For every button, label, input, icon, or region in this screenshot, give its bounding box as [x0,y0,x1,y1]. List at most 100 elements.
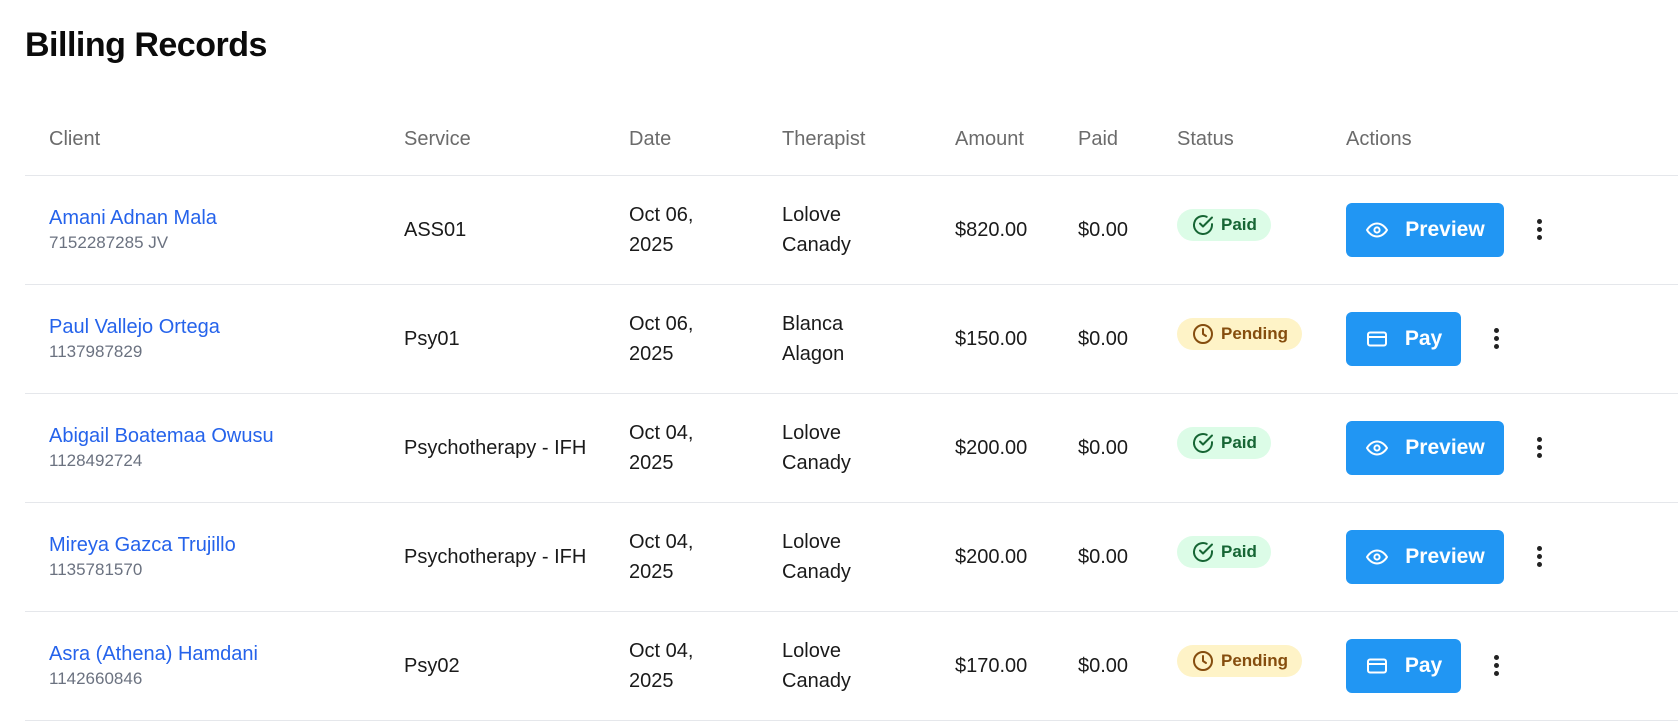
column-header-service: Service [380,105,605,176]
status-badge: Pending [1177,645,1303,677]
therapist-cell: Blanca Alagon [758,284,931,394]
amount-cell: $150.00 [931,284,1054,394]
actions-cell: Preview [1322,502,1678,612]
more-options-icon[interactable] [1528,539,1550,575]
therapist-value: Lolove Canady [782,421,851,474]
page-title: Billing Records [25,26,267,64]
more-options-icon[interactable] [1528,430,1550,466]
client-name-link[interactable]: Abigail Boatemaa Owusu [49,423,380,449]
service-cell: Psychotherapy - IFH [380,393,605,503]
status-badge: Paid [1177,536,1271,568]
client-name-link[interactable]: Amani Adnan Mala [49,205,380,231]
action-button-label: Preview [1405,544,1485,568]
eye-icon [1365,218,1389,242]
date-cell: Oct 04, 2025 [605,393,758,503]
preview-button[interactable]: Preview [1346,529,1504,584]
more-options-icon[interactable] [1485,648,1507,684]
status-badge: Paid [1177,427,1271,459]
row-actions: Pay [1346,311,1678,366]
clock-icon [1191,649,1215,673]
action-button-label: Pay [1404,326,1443,350]
client-name-link[interactable]: Mireya Gazca Trujillo [49,532,380,558]
table-row: Mireya Gazca Trujillo 1135781570 Psychot… [25,502,1678,612]
therapist-value: Lolove Canady [782,639,851,692]
service-value: Psychotherapy - IFH [404,545,587,568]
actions-cell: Preview [1322,175,1678,285]
column-header-therapist: Therapist [758,105,931,176]
paid-cell: $0.00 [1054,175,1153,285]
table-row: Abigail Boatemaa Owusu 1128492724 Psycho… [25,393,1678,503]
date-cell: Oct 04, 2025 [605,611,758,721]
status-badge: Paid [1177,209,1271,241]
date-cell: Oct 06, 2025 [605,175,758,285]
amount-cell: $170.00 [931,611,1054,721]
paid-cell: $0.00 [1054,611,1153,721]
action-button-label: Pay [1404,653,1443,677]
status-label: Pending [1221,651,1289,670]
client-name-link[interactable]: Paul Vallejo Ortega [49,314,380,340]
check-circle-icon [1191,213,1215,237]
client-cell: Amani Adnan Mala 7152287285 JV [25,175,380,285]
client-id: 1135781570 [49,559,143,579]
row-actions: Pay [1346,638,1678,693]
more-options-icon[interactable] [1528,212,1550,248]
check-circle-icon [1191,540,1215,564]
therapist-value: Lolove Canady [782,530,851,583]
table-body: Amani Adnan Mala 7152287285 JV ASS01 Oct… [25,175,1678,721]
date-value: Oct 06, 2025 [629,312,694,365]
table-row: Asra (Athena) Hamdani 1142660846 Psy02 O… [25,611,1678,721]
therapist-value: Blanca Alagon [782,312,845,365]
date-cell: Oct 04, 2025 [605,502,758,612]
date-cell: Oct 06, 2025 [605,284,758,394]
action-button-label: Preview [1405,217,1485,241]
date-value: Oct 04, 2025 [629,639,694,692]
therapist-cell: Lolove Canady [758,393,931,503]
table-header: Client Service Date Therapist Amount Pai… [25,105,1678,176]
row-actions: Preview [1346,529,1678,584]
pay-button[interactable]: Pay [1346,311,1461,366]
service-value: Psy01 [404,327,460,350]
paid-cell: $0.00 [1054,502,1153,612]
row-actions: Preview [1346,202,1678,257]
amount-cell: $820.00 [931,175,1054,285]
header-row: Client Service Date Therapist Amount Pai… [25,105,1678,176]
billing-table: Client Service Date Therapist Amount Pai… [25,105,1678,721]
date-value: Oct 06, 2025 [629,203,694,256]
service-cell: ASS01 [380,175,605,285]
table-row: Paul Vallejo Ortega 1137987829 Psy01 Oct… [25,284,1678,394]
service-value: ASS01 [404,218,467,241]
service-cell: Psy02 [380,611,605,721]
preview-button[interactable]: Preview [1346,202,1504,257]
service-value: Psychotherapy - IFH [404,436,587,459]
preview-button[interactable]: Preview [1346,420,1504,475]
client-cell: Abigail Boatemaa Owusu 1128492724 [25,393,380,503]
credit-card-icon [1365,654,1389,678]
status-label: Paid [1221,433,1257,452]
actions-cell: Pay [1322,611,1678,721]
credit-card-icon [1365,327,1389,351]
therapist-cell: Lolove Canady [758,175,931,285]
therapist-value: Lolove Canady [782,203,851,256]
status-badge: Pending [1177,318,1303,350]
date-value: Oct 04, 2025 [629,530,694,583]
column-header-paid: Paid [1054,105,1153,176]
eye-icon [1365,545,1389,569]
status-label: Paid [1221,215,1257,234]
paid-cell: $0.00 [1054,393,1153,503]
status-cell: Pending [1153,611,1322,721]
service-cell: Psychotherapy - IFH [380,502,605,612]
status-cell: Paid [1153,502,1322,612]
actions-cell: Preview [1322,393,1678,503]
status-cell: Paid [1153,175,1322,285]
status-cell: Paid [1153,393,1322,503]
client-id: 1137987829 [49,341,143,361]
more-options-icon[interactable] [1485,321,1507,357]
column-header-date: Date [605,105,758,176]
client-name-link[interactable]: Asra (Athena) Hamdani [49,641,380,667]
pay-button[interactable]: Pay [1346,638,1461,693]
client-cell: Paul Vallejo Ortega 1137987829 [25,284,380,394]
therapist-cell: Lolove Canady [758,502,931,612]
check-circle-icon [1191,431,1215,455]
eye-icon [1365,436,1389,460]
column-header-status: Status [1153,105,1322,176]
